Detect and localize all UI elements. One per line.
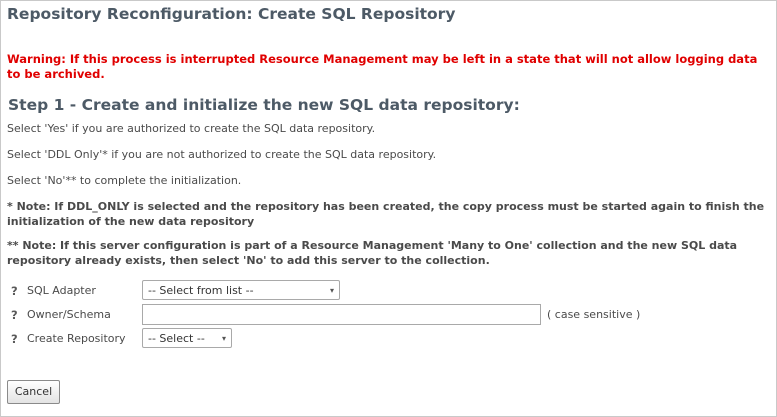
instruction-ddl-only: Select 'DDL Only'* if you are not author… xyxy=(7,148,437,161)
sql-adapter-selected-value: -- Select from list -- xyxy=(148,284,254,297)
chevron-down-icon: ▾ xyxy=(221,334,226,343)
chevron-down-icon: ▾ xyxy=(329,286,334,295)
cancel-button[interactable]: Cancel xyxy=(7,380,60,404)
instruction-no: Select 'No'** to complete the initializa… xyxy=(7,174,242,187)
sql-adapter-row: ? SQL Adapter -- Select from list -- ▾ xyxy=(0,280,777,302)
instruction-yes: Select 'Yes' if you are authorized to cr… xyxy=(7,122,376,135)
sql-adapter-label: SQL Adapter xyxy=(27,284,96,297)
step-heading: Step 1 - Create and initialize the new S… xyxy=(8,96,520,114)
owner-schema-row: ? Owner/Schema ( case sensitive ) xyxy=(0,304,777,326)
create-repository-help-icon[interactable]: ? xyxy=(11,332,18,346)
case-sensitive-hint: ( case sensitive ) xyxy=(547,308,641,321)
owner-schema-help-icon[interactable]: ? xyxy=(11,308,18,322)
warning-message: Warning: If this process is interrupted … xyxy=(7,52,758,81)
create-repository-row: ? Create Repository -- Select -- ▾ xyxy=(0,328,777,350)
owner-schema-input[interactable] xyxy=(142,304,541,325)
sql-adapter-help-icon[interactable]: ? xyxy=(11,284,18,298)
note-many-to-one: ** Note: If this server configuration is… xyxy=(7,239,738,267)
create-repository-selected-value: -- Select -- xyxy=(148,332,205,345)
note-ddl-only: * Note: If DDL_ONLY is selected and the … xyxy=(7,200,765,228)
owner-schema-label: Owner/Schema xyxy=(27,308,111,321)
create-repository-select[interactable]: -- Select -- ▾ xyxy=(142,328,232,348)
sql-adapter-select[interactable]: -- Select from list -- ▾ xyxy=(142,280,340,300)
create-repository-label: Create Repository xyxy=(27,332,126,345)
page-title: Repository Reconfiguration: Create SQL R… xyxy=(7,5,456,23)
